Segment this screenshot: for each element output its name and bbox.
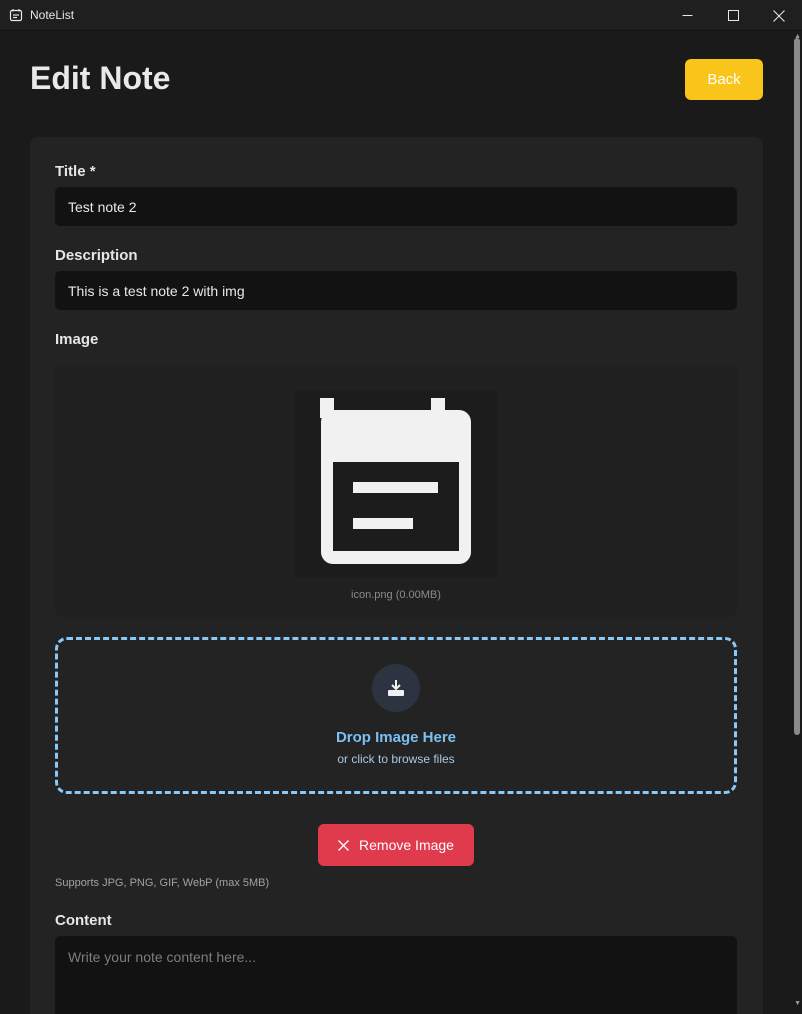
window-title: NoteList	[30, 8, 75, 22]
close-button[interactable]	[756, 0, 802, 31]
close-icon	[773, 9, 785, 22]
image-dropzone[interactable]	[55, 637, 737, 794]
description-input[interactable]: This is a test note 2 with img	[55, 271, 737, 310]
image-caption: icon.png (0.00MB)	[351, 589, 441, 601]
page-title: Edit Note	[30, 60, 171, 96]
content-placeholder: Write your note content here...	[68, 949, 257, 965]
image-field-label: Image	[55, 331, 99, 348]
remove-image-button[interactable]: Remove Image	[318, 824, 474, 866]
maximize-icon	[727, 10, 739, 21]
app-icon	[9, 9, 23, 22]
vertical-scrollbar-thumb[interactable]	[794, 38, 800, 735]
maximize-button[interactable]	[710, 0, 756, 31]
image-thumbnail	[295, 390, 497, 578]
content-textarea[interactable]: Write your note content here...	[55, 936, 737, 1014]
remove-image-label: Remove Image	[359, 837, 454, 853]
minimize-icon	[682, 15, 692, 16]
dropzone-title: Drop Image Here	[335, 729, 457, 746]
description-field-label: Description	[55, 247, 138, 264]
window-titlebar: NoteList	[0, 0, 802, 31]
download-tray-icon	[388, 680, 404, 696]
title-field-label: Title *	[55, 163, 96, 180]
minimize-button[interactable]	[664, 0, 710, 31]
content-field-label: Content	[55, 912, 112, 929]
dropzone-subtitle: or click to browse files	[337, 752, 455, 766]
calendar-note-icon	[320, 398, 471, 564]
close-icon	[338, 839, 349, 851]
title-input[interactable]: Test note 2	[55, 187, 737, 226]
back-button[interactable]: Back	[685, 59, 763, 100]
supported-formats-hint: Supports JPG, PNG, GIF, WebP (max 5MB)	[55, 877, 270, 889]
upload-icon-circle	[372, 664, 420, 712]
scroll-down-arrow-icon[interactable]: ▼	[794, 1000, 801, 1007]
